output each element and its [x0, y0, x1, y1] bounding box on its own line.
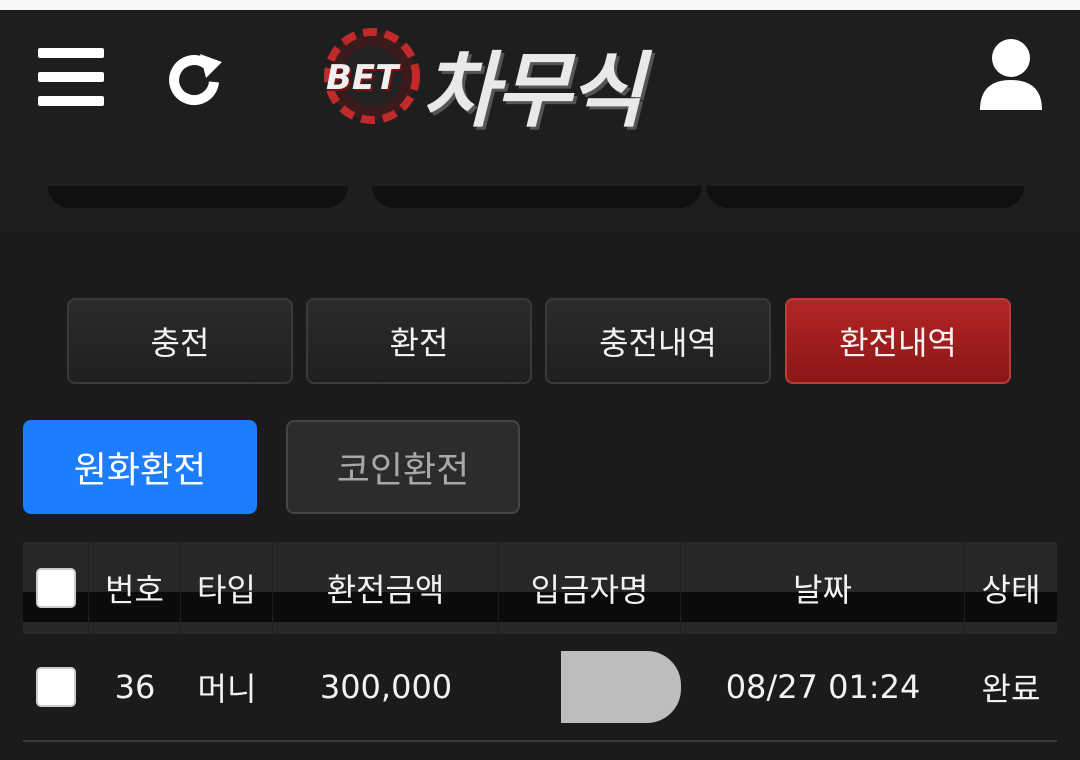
col-amount: 환전금액 — [273, 542, 499, 634]
menu-icon[interactable] — [38, 48, 104, 106]
select-all-checkbox[interactable] — [35, 568, 76, 608]
subtab-coin-exchange[interactable]: 코인환전 — [286, 420, 520, 514]
table-row: 36 머니 300,000 08/27 01:24 완료 — [23, 634, 1057, 742]
user-icon[interactable] — [978, 38, 1044, 110]
col-depositor: 입금자명 — [499, 542, 681, 634]
header-bar: BET 차무식 — [0, 0, 1080, 232]
cell-status: 완료 — [981, 670, 1041, 708]
col-number: 번호 — [89, 542, 181, 634]
main-content: 충전 환전 충전내역 환전내역 원화환전 코인환전 번호 타입 환전금액 입금자… — [0, 232, 1080, 760]
tab-exchange[interactable]: 환전 — [306, 298, 532, 384]
tab-charge[interactable]: 충전 — [67, 298, 293, 384]
subtab-krw-exchange[interactable]: 원화환전 — [23, 420, 257, 514]
row-checkbox[interactable] — [36, 667, 76, 707]
col-status: 상태 — [981, 571, 1041, 609]
logo-word: 차무식 — [422, 44, 644, 139]
tab-charge-history[interactable]: 충전내역 — [545, 298, 771, 384]
logo-prefix: BET — [326, 58, 399, 98]
status-strip — [0, 0, 1080, 10]
col-date: 날짜 — [681, 542, 965, 634]
tab-exchange-history[interactable]: 환전내역 — [785, 298, 1011, 384]
table-header: 번호 타입 환전금액 입금자명 날짜 상태 — [23, 542, 1057, 634]
redacted-depositor — [561, 651, 681, 723]
select-all-cell — [23, 542, 89, 634]
cell-depositor — [499, 634, 681, 740]
logo[interactable]: BET 차무식 — [322, 22, 744, 139]
cell-amount: 300,000 — [319, 668, 453, 706]
nav-strip — [0, 186, 1080, 226]
history-table: 번호 타입 환전금액 입금자명 날짜 상태 36 머니 300,000 08/2… — [23, 542, 1057, 742]
cell-date: 08/27 01:24 — [725, 668, 921, 706]
refresh-icon[interactable] — [166, 52, 226, 108]
cell-type: 머니 — [197, 670, 257, 708]
col-type: 타입 — [181, 542, 273, 634]
row-select-cell — [23, 634, 89, 740]
cell-number: 36 — [114, 668, 156, 706]
